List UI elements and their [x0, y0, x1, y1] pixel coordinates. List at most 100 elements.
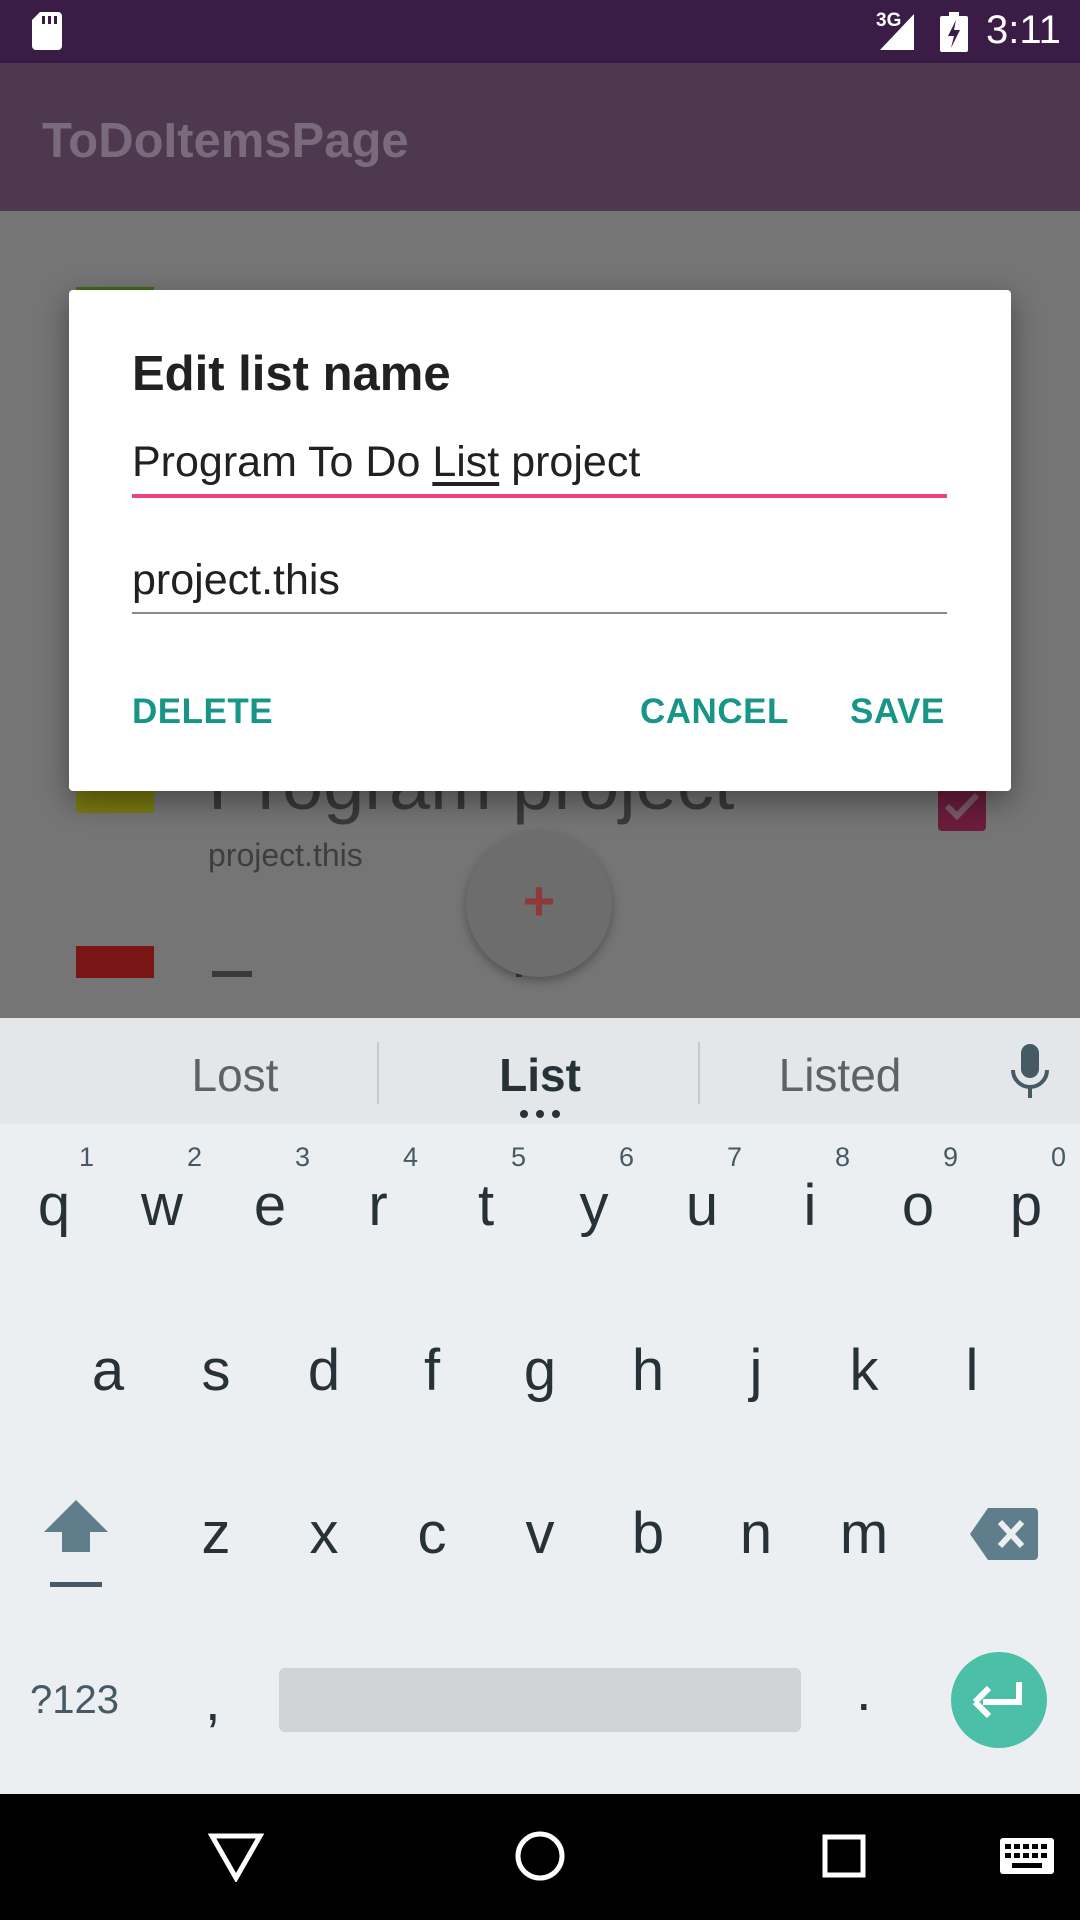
- key-label: l: [965, 1338, 979, 1403]
- list-tag-text: project.this: [132, 556, 340, 604]
- key-h[interactable]: h: [594, 1313, 702, 1433]
- period-key[interactable]: .: [856, 1658, 872, 1723]
- delete-button[interactable]: DELETE: [132, 692, 273, 732]
- key-number-hint: 9: [942, 1142, 958, 1172]
- home-icon[interactable]: [514, 1830, 566, 1882]
- enter-icon: [973, 1682, 1022, 1719]
- key-label: b: [631, 1501, 665, 1566]
- soft-keyboard: Lost List Listed q1w2e3r4t5y6u7i8o9p0 as…: [0, 1018, 1080, 1794]
- key-label: z: [201, 1501, 231, 1566]
- status-bar: 3G 3:11: [0, 0, 1080, 63]
- recents-icon[interactable]: [822, 1834, 866, 1878]
- space-key[interactable]: [279, 1668, 801, 1732]
- key-r[interactable]: r4: [324, 1142, 432, 1268]
- key-label: g: [523, 1338, 557, 1403]
- sd-card-icon: [32, 12, 62, 50]
- save-button[interactable]: SAVE: [850, 692, 945, 732]
- key-n[interactable]: n: [702, 1476, 810, 1596]
- suggestion-strip: Lost List Listed: [0, 1018, 1080, 1124]
- key-e[interactable]: e3: [216, 1142, 324, 1268]
- key-o[interactable]: o9: [864, 1142, 972, 1268]
- key-label: j: [749, 1338, 763, 1403]
- symbols-key[interactable]: ?123: [30, 1678, 119, 1723]
- key-number-hint: 3: [294, 1142, 310, 1172]
- key-label: i: [803, 1173, 817, 1238]
- suggestion-listed[interactable]: Listed: [720, 1048, 960, 1102]
- keyboard-switch-icon[interactable]: [1000, 1838, 1054, 1874]
- list-tag-input[interactable]: project.this: [132, 556, 947, 614]
- key-g[interactable]: g: [486, 1313, 594, 1433]
- key-x[interactable]: x: [270, 1476, 378, 1596]
- key-t[interactable]: t5: [432, 1142, 540, 1268]
- key-l[interactable]: l: [918, 1313, 1026, 1433]
- key-c[interactable]: c: [378, 1476, 486, 1596]
- key-label: s: [201, 1338, 231, 1403]
- key-number-hint: 6: [618, 1142, 634, 1172]
- key-number-hint: 4: [402, 1142, 418, 1172]
- key-label: y: [579, 1173, 609, 1238]
- suggestion-divider: [377, 1042, 379, 1104]
- key-label: d: [307, 1338, 341, 1403]
- key-label: q: [37, 1173, 71, 1238]
- comma-key[interactable]: ,: [205, 1668, 221, 1733]
- key-b[interactable]: b: [594, 1476, 702, 1596]
- key-u[interactable]: u7: [648, 1142, 756, 1268]
- clock: 3:11: [986, 8, 1061, 52]
- list-name-composing-word: List: [432, 438, 500, 486]
- cancel-button[interactable]: CANCEL: [640, 692, 789, 732]
- key-q[interactable]: q1: [0, 1142, 108, 1268]
- key-label: t: [477, 1173, 495, 1238]
- back-icon[interactable]: [208, 1832, 264, 1882]
- key-label: r: [368, 1173, 388, 1238]
- suggestion-divider: [698, 1042, 700, 1104]
- suggestion-lost[interactable]: Lost: [120, 1048, 350, 1102]
- key-number-hint: 5: [510, 1142, 526, 1172]
- key-j[interactable]: j: [702, 1313, 810, 1433]
- list-name-text: Program To Do: [132, 438, 433, 486]
- key-label: a: [91, 1338, 125, 1403]
- key-label: x: [309, 1501, 339, 1566]
- list-name-text-tail: project: [499, 438, 641, 486]
- key-f[interactable]: f: [378, 1313, 486, 1433]
- key-k[interactable]: k: [810, 1313, 918, 1433]
- key-label: c: [417, 1501, 447, 1566]
- key-label: v: [525, 1501, 555, 1566]
- more-suggestions-icon[interactable]: [518, 1110, 562, 1118]
- check-icon: [944, 792, 980, 821]
- key-label: n: [739, 1501, 773, 1566]
- key-label: w: [141, 1173, 183, 1238]
- app-bar: ToDoItemsPage: [0, 63, 1080, 211]
- microphone-icon[interactable]: [1010, 1044, 1050, 1100]
- suggestion-list[interactable]: List: [400, 1048, 680, 1102]
- key-d[interactable]: d: [270, 1313, 378, 1433]
- edit-list-dialog: Edit list name Program To Do List projec…: [69, 290, 1011, 791]
- key-number-hint: 8: [834, 1142, 850, 1172]
- key-label: o: [901, 1173, 935, 1238]
- enter-key[interactable]: [951, 1652, 1047, 1748]
- key-label: h: [631, 1338, 665, 1403]
- key-s[interactable]: s: [162, 1313, 270, 1433]
- key-z[interactable]: z: [162, 1476, 270, 1596]
- plus-icon: +: [522, 869, 556, 932]
- key-w[interactable]: w2: [108, 1142, 216, 1268]
- add-list-fab: +: [466, 831, 612, 977]
- key-a[interactable]: a: [54, 1313, 162, 1433]
- key-number-hint: 2: [186, 1142, 202, 1172]
- list-item-fragment: [212, 971, 252, 977]
- key-label: f: [423, 1338, 441, 1403]
- backspace-icon[interactable]: [970, 1508, 1038, 1560]
- shift-icon[interactable]: [40, 1498, 112, 1590]
- key-y[interactable]: y6: [540, 1142, 648, 1268]
- key-i[interactable]: i8: [756, 1142, 864, 1268]
- app-title: ToDoItemsPage: [42, 114, 409, 168]
- key-number-hint: 7: [726, 1142, 742, 1172]
- list-name-input[interactable]: Program To Do List project: [132, 438, 947, 498]
- signal-icon: [880, 14, 914, 50]
- navigation-bar: [0, 1794, 1080, 1920]
- key-v[interactable]: v: [486, 1476, 594, 1596]
- key-label: e: [253, 1173, 287, 1238]
- key-p[interactable]: p0: [972, 1142, 1080, 1268]
- key-m[interactable]: m: [810, 1476, 918, 1596]
- key-number-hint: 0: [1050, 1142, 1066, 1172]
- key-label: m: [839, 1501, 889, 1566]
